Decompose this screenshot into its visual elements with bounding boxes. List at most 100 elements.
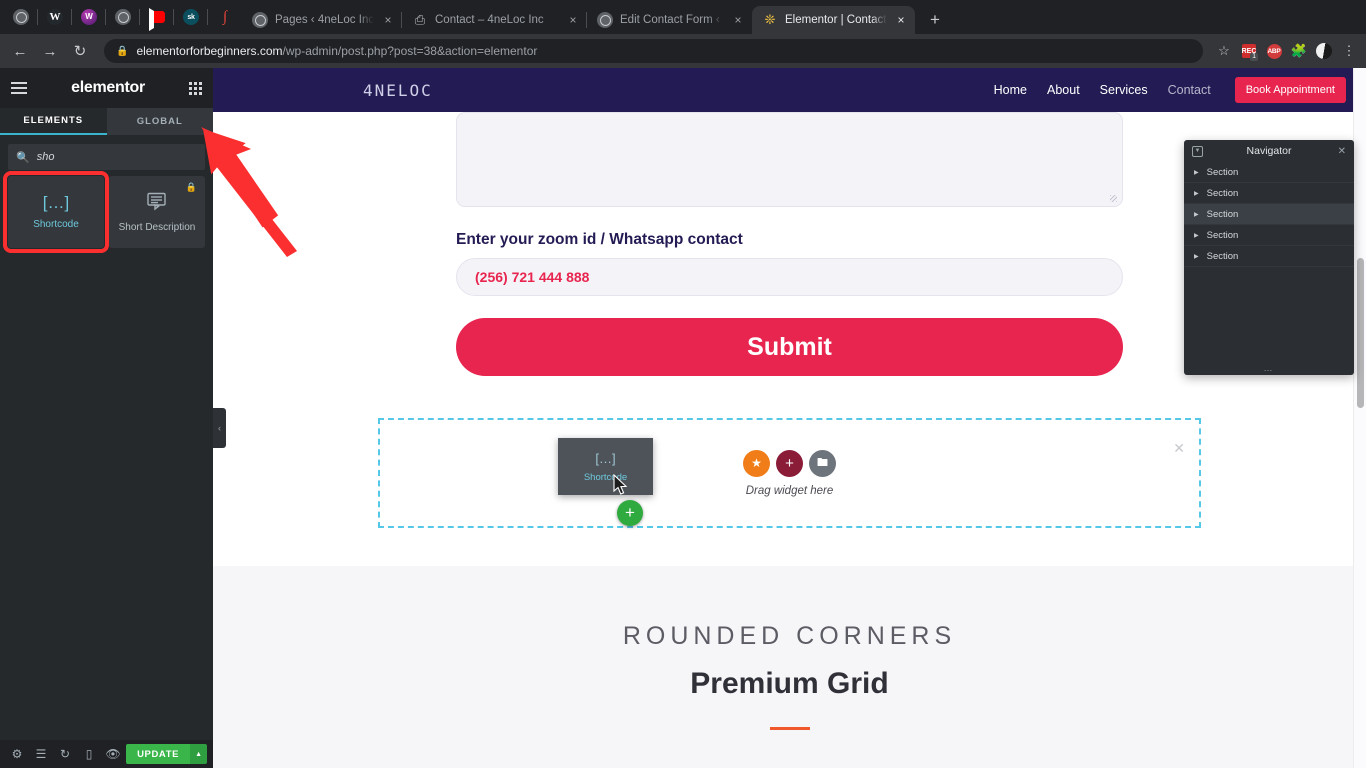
navigator-resize-handle[interactable]: … [1184,361,1354,375]
panel-search-wrapper: 🔍 sho [0,135,213,176]
widget-shortcode[interactable]: […] Shortcode [3,171,109,253]
history-icon[interactable]: ↻ [54,742,76,766]
new-tab-button[interactable]: + [921,6,949,34]
extensions-puzzle-icon[interactable]: 🧩 [1288,40,1310,62]
tab-close-icon[interactable]: × [730,13,746,27]
reload-button[interactable]: ↻ [66,37,94,65]
tab-close-icon[interactable]: × [380,13,396,27]
navigator-close-icon[interactable]: ✕ [1338,146,1346,157]
panel-collapse-handle[interactable]: ‹ [213,408,226,448]
recorder-extension-icon[interactable]: REC 1 [1238,40,1260,62]
purple-app-icon: W [81,9,97,25]
update-button[interactable]: UPDATE [126,744,191,764]
lock-icon: 🔒 [185,182,197,192]
update-options-arrow-icon[interactable]: ▲ [190,744,208,764]
navigator-item-section-4[interactable]: ▶ Section [1184,225,1354,246]
folder-icon[interactable]: 🖿 [809,449,836,477]
navigator-header: ▼ Navigator ✕ [1184,140,1354,162]
scrollbar-thumb[interactable] [1357,258,1364,408]
chevron-right-icon[interactable]: ▶ [1194,190,1199,197]
tab-close-icon[interactable]: × [565,13,581,27]
nav-link-home[interactable]: Home [994,83,1027,97]
apps-grid-icon[interactable] [189,81,202,95]
browser-menu-icon[interactable]: ⋮ [1338,40,1360,62]
panel-footer: ⚙ ☰ ↻ ▯ 👁 UPDATE ▲ [0,740,213,768]
widget-short-description[interactable]: 🔒 Short Description [109,176,205,248]
pinned-tab-purple[interactable]: W [72,0,106,34]
widget-label: Short Description [118,221,196,233]
browser-tab-pages[interactable]: Pages ‹ 4neLoc Inc — WordPre × [242,6,402,34]
navigator-item-section-3[interactable]: ▶ Section [1184,204,1354,225]
dark-reader-icon[interactable] [1313,40,1335,62]
address-bar[interactable]: 🔒 elementorforbeginners.com/wp-admin/pos… [104,39,1203,63]
pinned-tab-youtube[interactable] [140,0,174,34]
url-path: /wp-admin/post.php?post=38&action=elemen… [282,44,538,58]
chevron-right-icon[interactable]: ▶ [1194,169,1199,176]
plus-icon[interactable]: + [776,449,803,477]
browser-toolbar-icons: ☆ REC 1 ABP 🧩 ⋮ [1213,40,1360,62]
message-textarea[interactable] [456,112,1123,207]
adblock-plus-icon[interactable]: ABP [1263,40,1285,62]
navigator-item-section-2[interactable]: ▶ Section [1184,183,1354,204]
chevron-right-icon[interactable]: ▶ [1194,253,1199,260]
navigator-item-section-5[interactable]: ▶ Section [1184,246,1354,267]
empty-section-dropzone[interactable]: ★ + 🖿 Drag widget here ✕ [378,418,1201,528]
search-value: sho [36,151,55,163]
tab-close-icon[interactable]: × [893,13,909,27]
forward-button[interactable]: → [36,37,64,65]
panel-tabs: ELEMENTS GLOBAL [0,108,213,135]
globe-icon [252,12,268,28]
url-domain: elementorforbeginners.com [136,44,283,58]
chevron-right-icon[interactable]: ▶ [1194,232,1199,239]
settings-gear-icon[interactable]: ⚙ [6,742,28,766]
tab-strip: W W sk ∫ Pages ‹ 4neLoc Inc — WordPre [0,0,1366,34]
bookmark-star-icon[interactable]: ☆ [1213,40,1235,62]
site-header: 4NELOC Home About Services Contact Book … [213,68,1366,112]
tab-elements[interactable]: ELEMENTS [0,108,107,135]
chevron-right-icon[interactable]: ▶ [1194,211,1199,218]
wordpress-icon: W [47,9,63,25]
mouse-cursor-icon [613,473,628,501]
phone-input[interactable]: (256) 721 444 888 [456,258,1123,296]
tab-title: Contact – 4neLoc Inc [435,14,544,26]
drop-indicator-plus-icon: + [617,500,643,526]
nav-link-contact[interactable]: Contact [1168,83,1211,97]
navigator-layers-icon[interactable]: ☰ [30,742,52,766]
nav-link-about[interactable]: About [1047,83,1080,97]
navigator-item-section-1[interactable]: ▶ Section [1184,162,1354,183]
navigator-item-label: Section [1206,208,1239,220]
url-text: elementorforbeginners.com/wp-admin/post.… [136,44,537,58]
submit-button[interactable]: Submit [456,318,1123,376]
panel-header: elementor [0,68,213,108]
navigator-item-label: Section [1206,229,1239,241]
search-icon: 🔍 [16,151,30,164]
navigator-item-label: Section [1206,187,1239,199]
section-close-icon[interactable]: ✕ [1173,440,1185,457]
hamburger-menu-icon[interactable] [11,79,27,97]
site-logo[interactable]: 4NELOC [363,81,433,100]
navigator-list: ▶ Section ▶ Section ▶ Section ▶ Section … [1184,162,1354,361]
navigator-item-label: Section [1206,166,1239,178]
book-appointment-button[interactable]: Book Appointment [1234,77,1346,103]
pinned-tab-squiggle[interactable]: ∫ [208,0,242,34]
responsive-mode-icon[interactable]: ▯ [78,742,100,766]
nav-link-services[interactable]: Services [1100,83,1148,97]
browser-tab-edit-contact-form[interactable]: Edit Contact Form ‹ 4neLoc In × [587,6,752,34]
pinned-tab-globe-2[interactable] [106,0,140,34]
browser-tab-contact[interactable]: ⎙ Contact – 4neLoc Inc × [402,6,587,34]
page-scrollbar[interactable] [1353,68,1366,768]
pinned-tab-wordpress[interactable]: W [38,0,72,34]
back-button[interactable]: ← [6,37,34,65]
star-icon[interactable]: ★ [743,449,770,477]
rounded-corners-section: ROUNDED CORNERS Premium Grid [213,566,1366,768]
site-nav: Home About Services Contact Book Appoint… [994,77,1346,103]
search-input[interactable]: 🔍 sho [8,144,205,170]
preview-eye-icon[interactable]: 👁 [102,742,124,766]
tab-global[interactable]: GLOBAL [107,108,214,135]
form-icon: ⎙ [414,12,426,28]
widget-label: Shortcode [33,219,79,230]
shortcode-icon: […] [42,193,70,212]
browser-tab-elementor-contact[interactable]: ❊ Elementor | Contact × [752,6,915,34]
pinned-tab-globe-1[interactable] [4,0,38,34]
pinned-tab-skype[interactable]: sk [174,0,208,34]
